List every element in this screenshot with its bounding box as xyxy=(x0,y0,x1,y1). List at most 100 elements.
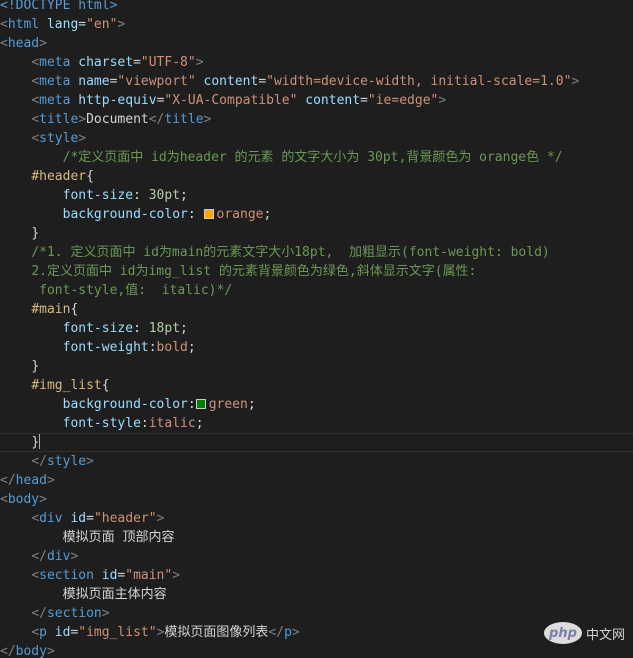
code-token: </ xyxy=(31,606,47,621)
code-token: title xyxy=(39,112,79,127)
code-token: section xyxy=(39,568,94,583)
code-editor[interactable]: <!DOCTYPE html> <html lang="en"> <head> <m… xyxy=(0,0,633,658)
code-token: < xyxy=(31,131,40,146)
code-token: lang xyxy=(46,17,79,32)
code-line[interactable]: font-style,值: italic)*/ xyxy=(0,281,633,300)
code-token: meta xyxy=(39,93,71,108)
code-line[interactable]: 2.定义页面中 id为img_list 的元素背景颜色为绿色,斜体显示文字(属性… xyxy=(0,262,633,281)
code-token: </ xyxy=(0,473,16,488)
code-line[interactable]: <meta http-equiv = "X-UA-Compatible" conte… xyxy=(0,91,633,110)
code-line[interactable]: <div id="header"> xyxy=(0,509,633,528)
code-line[interactable]: <body> xyxy=(0,490,633,509)
code-token: : xyxy=(187,207,204,222)
code-token: } xyxy=(31,435,40,450)
code-line[interactable]: </body> xyxy=(0,642,633,658)
code-line[interactable]: <meta charset="UTF-8"> xyxy=(0,53,633,72)
code-token: #header xyxy=(31,169,87,184)
code-token: id xyxy=(70,511,87,526)
code-token: 模拟页面图像列表 xyxy=(164,625,269,640)
code-token: bold xyxy=(156,340,188,355)
code-token: < xyxy=(0,17,8,32)
code-token: style xyxy=(46,454,87,469)
code-line[interactable]: } xyxy=(0,357,633,376)
code-line[interactable]: /*1. 定义页面中 id为main的元素文字大小18pt, 加粗显示(font… xyxy=(0,243,633,262)
code-token: div xyxy=(39,511,63,526)
code-token: background-color xyxy=(62,207,188,222)
code-line[interactable]: /*定义页面中 id为header 的元素 的文字大小为 30pt,背景颜色为 … xyxy=(0,148,633,167)
code-line[interactable]: } xyxy=(0,433,633,452)
code-token: 模拟页面主体内容 xyxy=(0,587,167,602)
code-line[interactable]: font-size: 18pt; xyxy=(0,319,633,338)
code-token: > xyxy=(78,112,87,127)
code-line[interactable]: <html lang="en"> xyxy=(0,15,633,34)
code-token: </ xyxy=(268,625,285,640)
code-token: id xyxy=(101,568,118,583)
code-token: "ie=edge" xyxy=(367,93,439,108)
code-line[interactable]: </style> xyxy=(0,452,633,471)
code-token: } xyxy=(31,359,40,374)
code-token: < xyxy=(31,55,40,70)
code-line[interactable]: font-weight:bold; xyxy=(0,338,633,357)
code-line[interactable]: <head> xyxy=(0,34,633,53)
code-line[interactable]: font-style:italic; xyxy=(0,414,633,433)
code-token: > xyxy=(78,131,87,146)
code-token: "header" xyxy=(93,511,157,526)
code-token: ; xyxy=(263,207,272,222)
code-token: = xyxy=(133,55,141,70)
code-token: font-size xyxy=(62,188,134,203)
code-token: > xyxy=(571,74,580,89)
code-line[interactable]: #header{ xyxy=(0,167,633,186)
code-token: < xyxy=(31,511,40,526)
code-line[interactable]: <!DOCTYPE html> xyxy=(0,0,633,15)
code-line[interactable]: 模拟页面主体内容 xyxy=(0,585,633,604)
code-line[interactable]: </section> xyxy=(0,604,633,623)
code-line[interactable]: </div> xyxy=(0,547,633,566)
code-line[interactable]: } xyxy=(0,224,633,243)
code-token: > xyxy=(46,473,55,488)
code-token: = xyxy=(360,93,368,108)
code-line[interactable]: 模拟页面 顶部内容 xyxy=(0,528,633,547)
code-line[interactable]: font-size: 30pt; xyxy=(0,186,633,205)
code-line[interactable]: #main{ xyxy=(0,300,633,319)
color-swatch-icon[interactable] xyxy=(195,399,206,409)
code-token: : xyxy=(140,416,149,431)
color-swatch-icon[interactable] xyxy=(203,209,214,219)
code-token: green xyxy=(208,397,248,412)
code-line[interactable]: <section id="main"> xyxy=(0,566,633,585)
code-token: : xyxy=(133,321,149,336)
code-line[interactable]: background-color: orange; xyxy=(0,205,633,224)
code-token: > xyxy=(203,112,212,127)
code-line[interactable]: background-color: green; xyxy=(0,395,633,414)
code-token: > xyxy=(39,36,47,51)
code-token: background-color xyxy=(62,397,188,412)
code-token: head xyxy=(15,473,47,488)
code-token: style xyxy=(39,131,79,146)
code-token: > xyxy=(46,644,55,658)
code-token: </ xyxy=(31,454,47,469)
code-line[interactable]: <meta name="viewport" content="width=dev… xyxy=(0,72,633,91)
code-line[interactable]: <title>Document</title> xyxy=(0,110,633,129)
code-token: <!DOCTYPE html> xyxy=(0,0,118,13)
code-token: : xyxy=(148,340,157,355)
code-line[interactable]: <p id="img_list">模拟页面图像列表</p> xyxy=(0,623,633,642)
code-token: name xyxy=(78,74,110,89)
code-token: 模拟页面 顶部内容 xyxy=(0,530,175,545)
code-line[interactable]: #img_list{ xyxy=(0,376,633,395)
code-line[interactable]: </head> xyxy=(0,471,633,490)
code-line[interactable]: <style> xyxy=(0,129,633,148)
